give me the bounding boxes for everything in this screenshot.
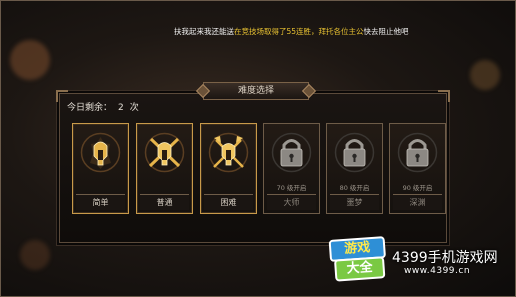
helmet-crossed-swords-icon [144, 132, 185, 173]
background-glow [470, 60, 500, 90]
padlock-icon [334, 132, 375, 173]
difficulty-card-abyss[interactable]: 90 级开启 深渊 [389, 123, 446, 214]
background-glow [10, 40, 50, 80]
remaining-attempts: 今日剩余： 2 次 [67, 100, 145, 113]
difficulty-card-normal[interactable]: 普通 [136, 123, 193, 214]
difficulty-label: 困难 [204, 194, 253, 210]
difficulty-card-master[interactable]: 70 级开启 大师 [263, 123, 320, 214]
broadcast-message: 扶我起来我还能送在竞技场取得了55连胜，拜托各位主公快去阻止他吧 [174, 27, 504, 37]
padlock-icon [397, 132, 438, 173]
difficulty-label: 大师 [267, 194, 316, 210]
difficulty-label: 深渊 [393, 194, 442, 210]
unlock-level-text: 90 级开启 [402, 184, 433, 192]
unlock-level-text: 80 级开启 [339, 184, 370, 192]
background-glow [20, 240, 50, 270]
unlock-level-text: 70 级开启 [276, 184, 307, 192]
difficulty-card-nightmare[interactable]: 80 级开启 噩梦 [326, 123, 383, 214]
watermark-site-name: 4399手机游戏网 [392, 250, 498, 266]
difficulty-card-hard[interactable]: 困难 [200, 123, 257, 214]
remaining-unit: 次 [129, 103, 139, 113]
remaining-count: 2 [118, 103, 124, 113]
difficulty-label: 简单 [76, 194, 125, 210]
difficulty-label: 普通 [140, 194, 189, 210]
broadcast-call-to-action: 快去阻止他吧 [363, 27, 409, 36]
watermark-logo: 游戏 大全 [328, 236, 388, 282]
broadcast-player-name: 扶我起来我还能送 [174, 27, 234, 36]
helmet-crossed-axes-icon [208, 132, 249, 173]
spartan-helmet-icon [80, 132, 121, 173]
remaining-label: 今日剩余： [67, 103, 113, 113]
dialog-title: 难度选择 [203, 82, 309, 100]
padlock-icon [271, 132, 312, 173]
difficulty-label: 噩梦 [330, 194, 379, 210]
difficulty-card-easy[interactable]: 简单 [72, 123, 129, 214]
watermark-site-url: www.4399.cn [404, 266, 471, 276]
broadcast-text: 在竞技场取得了55连胜，拜托各位主公 [234, 27, 364, 36]
watermark-logo-bottom: 大全 [333, 256, 386, 282]
